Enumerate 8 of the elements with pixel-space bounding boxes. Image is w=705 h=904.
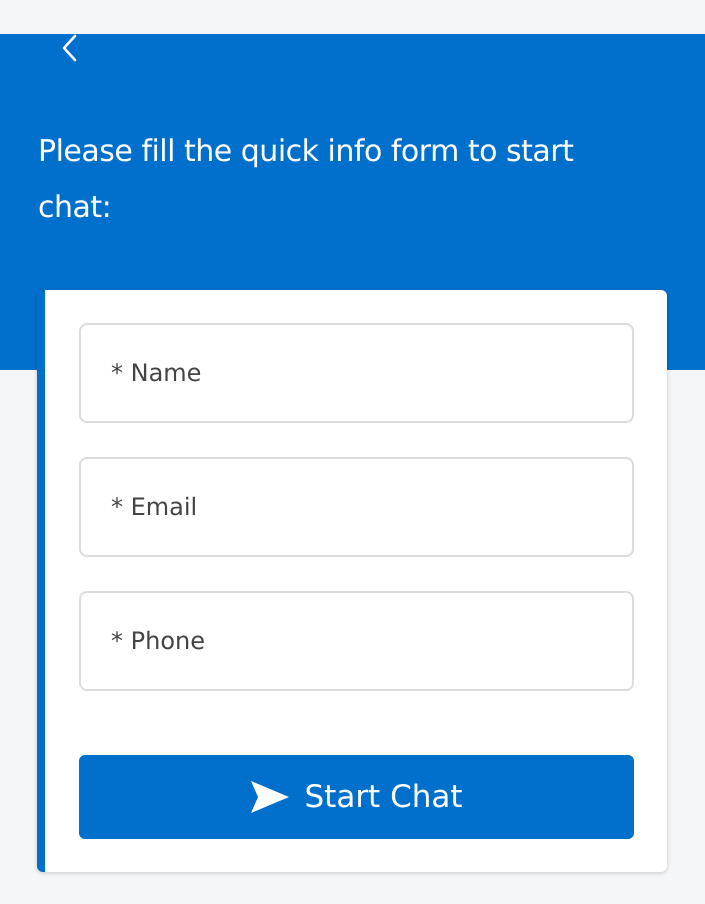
start-chat-button[interactable]: Start Chat (79, 755, 634, 839)
input-field[interactable]: * Name (79, 323, 634, 423)
send-icon (250, 780, 290, 814)
back-icon (61, 34, 77, 62)
form-prompt: Please fill the quick info form to start chat: (38, 133, 574, 227)
input-field[interactable]: * Email (79, 457, 634, 557)
back-button[interactable] (60, 34, 78, 64)
input-field[interactable]: * Phone (79, 591, 634, 691)
